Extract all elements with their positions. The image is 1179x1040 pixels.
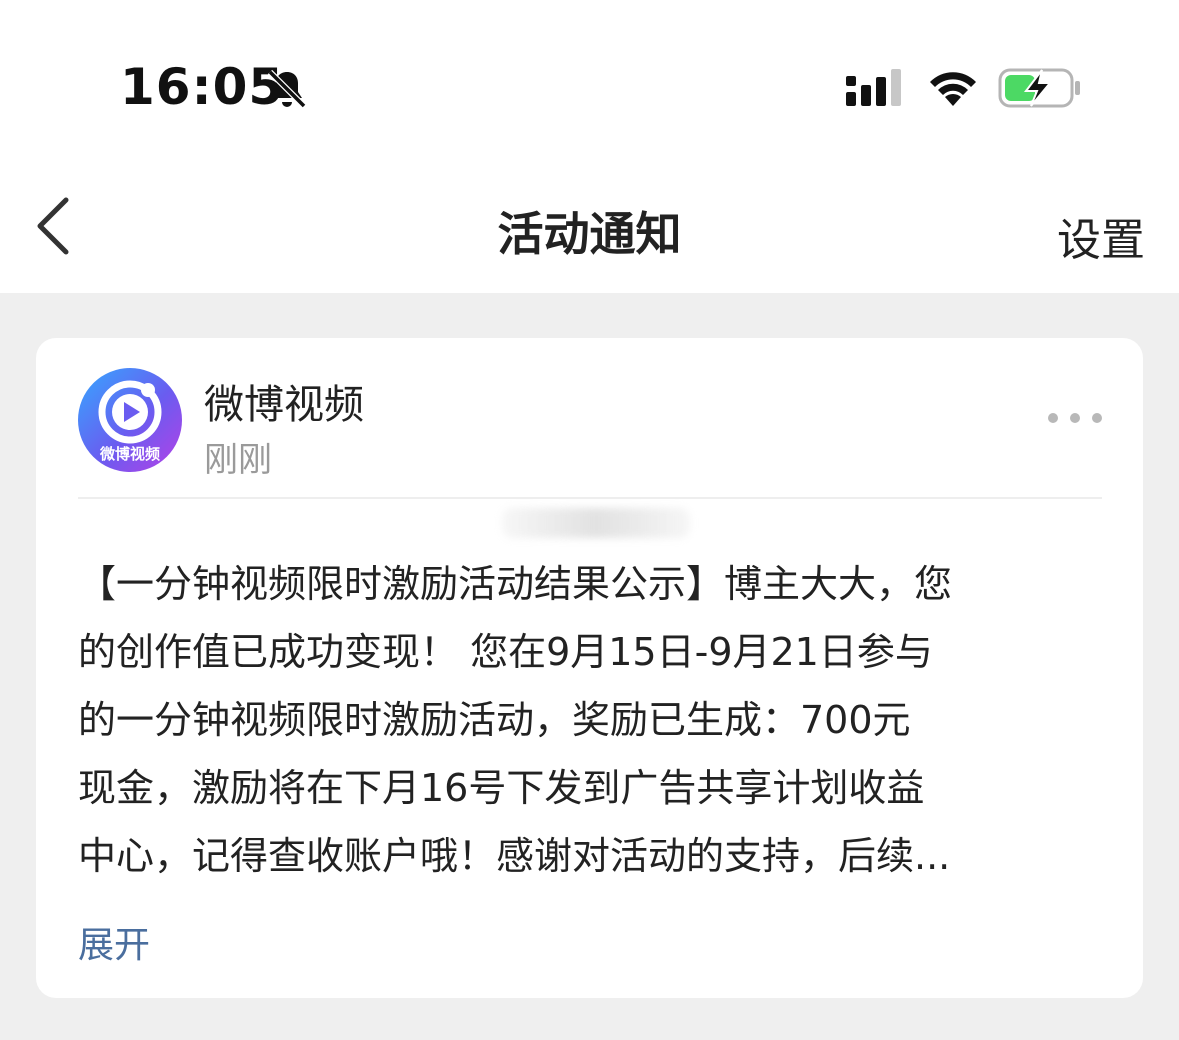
settings-button[interactable]: 设置 [1057, 204, 1145, 268]
message-line: 的创作值已成功变现！ 您在9月15日-9月21日参与 [78, 630, 933, 674]
top-area: 16:05 活动通知 设置 [0, 0, 1179, 293]
expand-link[interactable]: 展开 [78, 916, 150, 968]
avatar-label: 微博视频 [99, 445, 160, 463]
wifi-icon [930, 72, 976, 106]
timestamp: 刚刚 [204, 440, 272, 480]
sender-name[interactable]: 微博视频 [204, 372, 364, 430]
message-line: 【一分钟视频限时激励活动结果公示】博主大大，您 [78, 562, 953, 606]
message-line: 现金，激励将在下月16号下发到广告共享计划收益 [78, 766, 925, 810]
message-line: 中心，记得查收账户哦！感谢对活动的支持，后续... [78, 834, 951, 878]
signal-icon [846, 69, 901, 106]
message-line: 的一分钟视频限时激励活动，奖励已生成：700元 [78, 698, 911, 742]
blurred-watermark [502, 508, 690, 538]
avatar[interactable]: 微博视频 [78, 368, 182, 472]
status-time: 16:05 [120, 58, 285, 116]
divider [78, 497, 1102, 499]
more-options-icon[interactable] [1047, 410, 1103, 426]
page-title: 活动通知 [497, 207, 682, 261]
battery-charging-icon [998, 68, 1080, 108]
notification-card: 微博视频 微博视频 刚刚 【一分钟视频限时激励活动结果公示】博主大大，您 的创作… [36, 338, 1143, 998]
bell-muted-icon [267, 69, 307, 109]
notification-message: 【一分钟视频限时激励活动结果公示】博主大大，您 的创作值已成功变现！ 您在9月1… [78, 550, 1108, 900]
